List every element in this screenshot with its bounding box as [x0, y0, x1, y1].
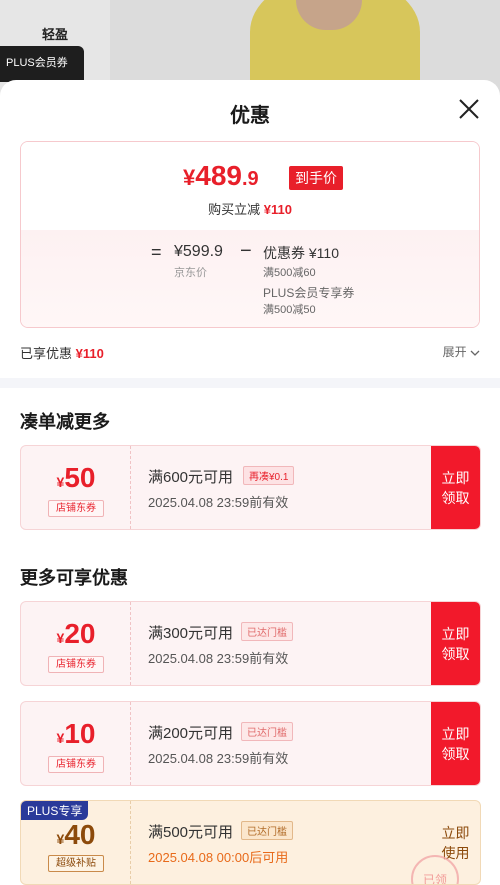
coupon-rule-2: 满500减50 — [263, 304, 316, 316]
claim-button-label: 立即 领取 — [441, 625, 470, 662]
close-icon[interactable] — [458, 98, 480, 120]
final-price-tag: 到手价 — [289, 166, 343, 190]
final-price: ¥489.9 — [183, 160, 259, 192]
coupon-amount: ¥50 — [21, 462, 131, 494]
enjoyed-value: ¥110 — [75, 346, 104, 361]
coupon-flag: 已达门槛 — [241, 622, 293, 641]
currency-symbol: ¥ — [183, 165, 196, 190]
coupon-condition: 满500元可用 — [148, 824, 234, 841]
coupon-flag: 已达门槛 — [241, 722, 293, 741]
coupon-validity: 2025.04.08 00:00后可用 — [148, 850, 289, 865]
claim-button-label: 立即 领取 — [441, 725, 470, 762]
plus-coupon-label: PLUS会员专享券 — [263, 286, 355, 300]
coupon-validity: 2025.04.08 23:59前有效 — [148, 651, 289, 666]
coupon-total: 优惠券 ¥110 — [263, 245, 339, 261]
coupon-amount: ¥10 — [21, 718, 131, 750]
coupon-condition: 满300元可用 — [148, 625, 234, 642]
coupon-type: 店铺东券 — [48, 756, 104, 773]
price-decimal: .9 — [241, 168, 259, 190]
coupon-condition: 满600元可用 — [148, 469, 234, 486]
coupon-validity: 2025.04.08 23:59前有效 — [148, 751, 289, 766]
claim-button[interactable]: 立即 领取 — [431, 602, 480, 685]
coupon-amount-number: 50 — [64, 462, 96, 493]
coupon-value-area: ¥50 店铺东券 — [21, 446, 131, 529]
coupon-rule-1: 满500减60 — [263, 267, 316, 279]
coupon-type: 超级补贴 — [48, 855, 104, 872]
coupon-value-area: ¥20 店铺东券 — [21, 602, 131, 685]
discount-sheet: 优惠 ¥489.9 到手价 购买立减 ¥110 = ¥599.9 京东价 − 优… — [0, 80, 500, 885]
enjoyed-discount: 已享优惠 ¥110 — [20, 343, 104, 362]
coupon-card: ¥20 店铺东券 满300元可用 已达门槛 2025.04.08 23:59前有… — [20, 601, 481, 686]
claim-button-label: 立即 领取 — [441, 469, 470, 506]
price-breakdown-card: ¥489.9 到手价 购买立减 ¥110 = ¥599.9 京东价 − 优惠券 … — [20, 141, 480, 328]
coupon-type: 店铺东券 — [48, 500, 104, 517]
coupon-flag: 再凑¥0.1 — [243, 466, 295, 485]
sheet-title: 优惠 — [230, 105, 270, 127]
coupon-flag: 已达门槛 — [241, 821, 293, 840]
use-button-label: 立即 使用 — [441, 824, 470, 861]
coupon-card: ¥10 店铺东券 满200元可用 已达门槛 2025.04.08 23:59前有… — [20, 701, 481, 786]
coupon-amount-number: 20 — [64, 618, 96, 649]
coupon-amount: ¥20 — [21, 618, 131, 650]
coupon-amount: ¥40 — [21, 819, 131, 851]
expand-label: 展开 — [442, 345, 467, 359]
coupon-value-area: ¥10 店铺东券 — [21, 702, 131, 785]
plus-coupon-card: PLUS专享 ¥40 超级补贴 满500元可用 已达门槛 2025.04.08 … — [20, 800, 481, 885]
reduce-value: ¥110 — [263, 202, 292, 217]
jd-price-label: 京东价 — [174, 267, 207, 279]
plus-coupon-badge: PLUS会员券 — [0, 46, 84, 82]
equals-sign: = — [151, 242, 162, 262]
reduce-label: 购买立减 — [208, 202, 261, 217]
expand-button[interactable]: 展开 — [443, 343, 480, 360]
section-divider — [0, 378, 500, 388]
brand-label: 轻盈 — [42, 27, 69, 42]
coupon-value-area: ¥40 超级补贴 — [21, 801, 131, 884]
claim-button[interactable]: 立即 领取 — [431, 702, 480, 785]
claim-button[interactable]: 立即 领取 — [431, 446, 480, 529]
section-title-more-order: 凑单减更多 — [20, 412, 110, 432]
coupon-type: 店铺东券 — [48, 656, 104, 673]
section-title-more-offers: 更多可享优惠 — [20, 568, 128, 588]
enjoyed-label: 已享优惠 — [20, 346, 73, 361]
coupon-amount-number: 40 — [64, 819, 96, 850]
chevron-down-icon — [470, 350, 480, 356]
price-integer: 489 — [195, 160, 242, 191]
coupon-condition: 满200元可用 — [148, 725, 234, 742]
jd-price: ¥599.9 — [174, 243, 223, 260]
coupon-amount-number: 10 — [64, 718, 96, 749]
final-price-area: ¥489.9 到手价 购买立减 ¥110 — [21, 142, 479, 230]
minus-sign: − — [240, 240, 252, 262]
reduce-summary: 购买立减 ¥110 — [21, 199, 479, 218]
coupon-card: ¥50 店铺东券 满600元可用 再凑¥0.1 2025.04.08 23:59… — [20, 445, 481, 530]
coupon-validity: 2025.04.08 23:59前有效 — [148, 495, 289, 510]
